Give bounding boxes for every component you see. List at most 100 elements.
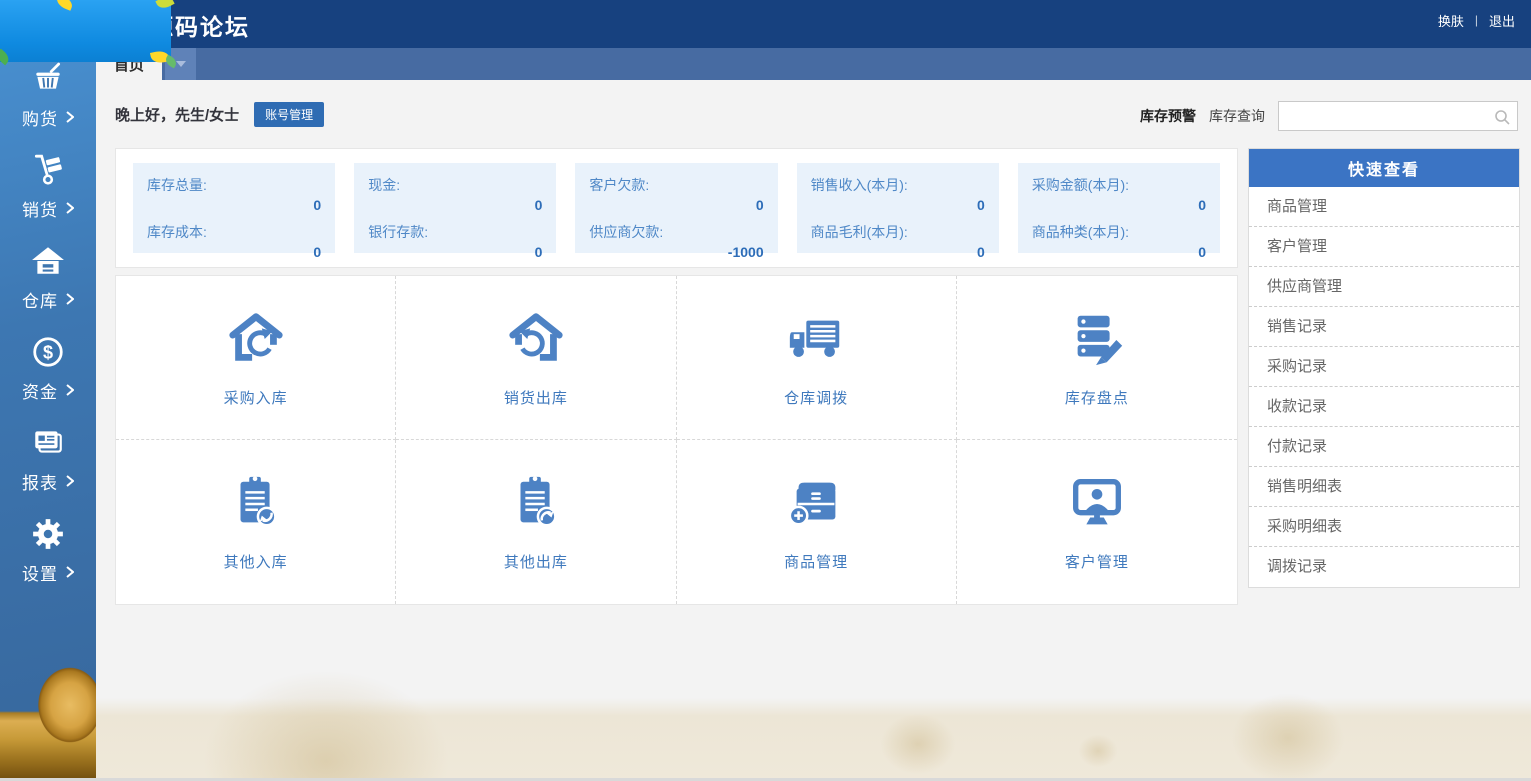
shortcut-label: 其他入库 (224, 551, 288, 572)
stat-label: 库存总量: (147, 175, 321, 195)
shortcut-sales-outbound[interactable]: 销货出库 (396, 276, 676, 440)
stat-card-debts: 客户欠款: 0 供应商欠款: -1000 (575, 163, 777, 253)
chevron-right-icon (66, 384, 74, 396)
chevron-right-icon (66, 475, 74, 487)
quick-item-customer-management[interactable]: 客户管理 (1249, 227, 1519, 267)
chevron-right-icon (66, 111, 74, 123)
stat-label: 供应商欠款: (589, 222, 763, 242)
quick-item-receipt-records[interactable]: 收款记录 (1249, 387, 1519, 427)
shortcut-label: 其他出库 (504, 551, 568, 572)
search-icon[interactable] (1494, 109, 1510, 130)
stat-label: 销售收入(本月): (811, 175, 985, 195)
sidebar-item-label: 设置 (22, 560, 58, 585)
stat-value: 0 (147, 244, 321, 260)
app-header: 源码论坛 换肤 | 退出 (0, 0, 1531, 48)
sidebar-item-label: 资金 (22, 378, 58, 403)
sidebar-item-label: 报表 (22, 469, 58, 494)
svg-text:$: $ (43, 342, 53, 362)
change-skin-link[interactable]: 换肤 (1438, 11, 1464, 30)
clipboard-out-icon (505, 472, 567, 534)
stat-value: -1000 (589, 244, 763, 260)
chevron-down-icon (176, 61, 186, 67)
cabinet-plus-icon (785, 472, 847, 534)
sidebar-nav: 购货 销货 仓库 $ (0, 0, 96, 713)
shortcut-customer-management[interactable]: 客户管理 (957, 440, 1237, 604)
gear-icon (31, 517, 65, 551)
stat-value: 0 (1032, 244, 1206, 260)
sidebar-item-purchase[interactable]: 购货 (0, 50, 96, 141)
stat-value: 0 (811, 244, 985, 260)
truck-icon (785, 308, 847, 370)
sidebar-item-label: 仓库 (22, 287, 58, 312)
chevron-right-icon (66, 566, 74, 578)
stock-tools: 库存预警 库存查询 (1140, 101, 1518, 131)
tab-bar: 首页 (96, 48, 1531, 80)
stock-warning-link[interactable]: 库存预警 (1140, 106, 1196, 126)
shortcut-label: 采购入库 (224, 387, 288, 408)
shortcut-other-inbound[interactable]: 其他入库 (116, 440, 396, 604)
hayfield-background-image (96, 636, 1531, 781)
quick-item-supplier-management[interactable]: 供应商管理 (1249, 267, 1519, 307)
stock-query-link[interactable]: 库存查询 (1209, 106, 1265, 126)
header-links: 换肤 | 退出 (1438, 0, 1515, 40)
sidebar-item-settings[interactable]: 设置 (0, 505, 96, 596)
quick-item-purchase-detail[interactable]: 采购明细表 (1249, 507, 1519, 547)
sidebar-item-label: 购货 (22, 105, 58, 130)
stat-value: 0 (589, 197, 763, 213)
shortcut-label: 库存盘点 (1065, 387, 1129, 408)
house-arrow-out-icon (505, 308, 567, 370)
stock-search-box (1278, 101, 1518, 131)
quick-item-sales-records[interactable]: 销售记录 (1249, 307, 1519, 347)
app-window: 源码论坛 换肤 | 退出 首页 购货 (0, 0, 1531, 781)
stat-card-purchase-month: 采购金额(本月): 0 商品种类(本月): 0 (1018, 163, 1220, 253)
stat-card-cash: 现金: 0 银行存款: 0 (354, 163, 556, 253)
sidebar-item-reports[interactable]: 报表 (0, 414, 96, 505)
logout-link[interactable]: 退出 (1489, 11, 1515, 30)
chevron-right-icon (66, 293, 74, 305)
stat-value: 0 (1032, 197, 1206, 213)
quick-item-purchase-records[interactable]: 采购记录 (1249, 347, 1519, 387)
greeting-text: 晚上好，先生/女士 (115, 104, 239, 125)
stat-value: 0 (368, 197, 542, 213)
greeting-row: 晚上好，先生/女士 账号管理 (115, 102, 324, 127)
sidebar-item-funds[interactable]: $ 资金 (0, 323, 96, 414)
account-manage-button[interactable]: 账号管理 (254, 102, 324, 127)
site-logo (0, 0, 171, 62)
chevron-right-icon (66, 202, 74, 214)
inventory-check-icon (1066, 308, 1128, 370)
hayfield-background-corner (0, 661, 96, 781)
quick-item-payment-records[interactable]: 付款记录 (1249, 427, 1519, 467)
shortcut-warehouse-transfer[interactable]: 仓库调拨 (677, 276, 957, 440)
sidebar-item-label: 销货 (22, 196, 58, 221)
stat-label: 银行存款: (368, 222, 542, 242)
handtruck-icon (31, 153, 65, 187)
shortcut-stock-taking[interactable]: 库存盘点 (957, 276, 1237, 440)
shortcut-purchase-inbound[interactable]: 采购入库 (116, 276, 396, 440)
stat-value: 0 (368, 244, 542, 260)
quick-view-title: 快速查看 (1249, 149, 1519, 187)
stat-card-inventory: 库存总量: 0 库存成本: 0 (133, 163, 335, 253)
stock-search-input[interactable] (1279, 102, 1517, 130)
shortcut-label: 客户管理 (1065, 551, 1129, 572)
stat-label: 采购金额(本月): (1032, 175, 1206, 195)
stat-label: 库存成本: (147, 222, 321, 242)
stat-label: 商品毛利(本月): (811, 222, 985, 242)
stat-value: 0 (811, 197, 985, 213)
sidebar-item-sales[interactable]: 销货 (0, 141, 96, 232)
stat-label: 商品种类(本月): (1032, 222, 1206, 242)
shortcut-other-outbound[interactable]: 其他出库 (396, 440, 676, 604)
basket-icon (31, 62, 65, 96)
sidebar-item-warehouse[interactable]: 仓库 (0, 232, 96, 323)
monitor-user-icon (1066, 472, 1128, 534)
warehouse-icon (31, 244, 65, 278)
quick-item-transfer-records[interactable]: 调拨记录 (1249, 547, 1519, 587)
shortcut-label: 销货出库 (504, 387, 568, 408)
house-arrow-in-icon (225, 308, 287, 370)
shortcut-goods-management[interactable]: 商品管理 (677, 440, 957, 604)
quick-item-goods-management[interactable]: 商品管理 (1249, 187, 1519, 227)
report-icon (31, 426, 65, 460)
stat-label: 现金: (368, 175, 542, 195)
quick-item-sales-detail[interactable]: 销售明细表 (1249, 467, 1519, 507)
leaf-decoration-icon (55, 0, 75, 11)
shortcut-grid: 采购入库 销货出库 仓库调拨 库存盘点 其他入库 (115, 275, 1238, 605)
